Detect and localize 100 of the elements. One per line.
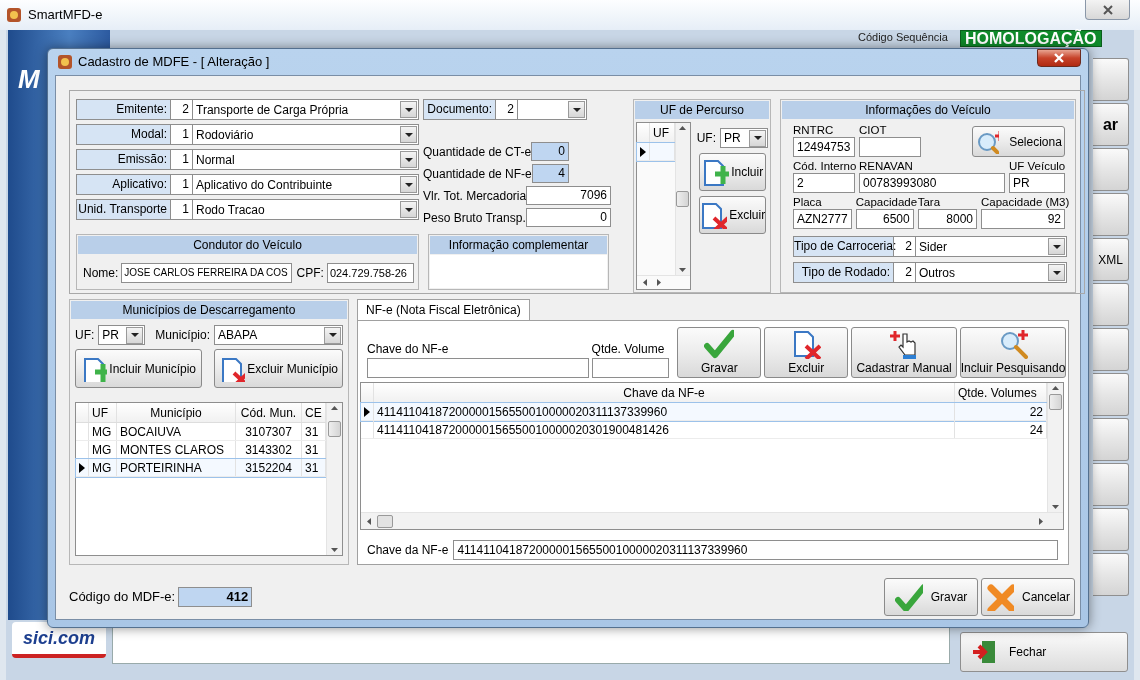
caret-icon [1052, 244, 1061, 249]
close-button[interactable] [1037, 49, 1081, 67]
scroll-left-icon [367, 517, 371, 525]
input-field[interactable] [367, 358, 589, 378]
action-button[interactable]: Gravar [884, 578, 978, 616]
input-field[interactable]: JOSE CARLOS FERREIRA DA COS [121, 263, 292, 283]
input-field[interactable]: 7096 [526, 186, 611, 205]
scroll-up-icon [679, 126, 687, 130]
field-label: UF: [696, 130, 716, 147]
input-field[interactable]: PR [1009, 173, 1065, 193]
scrollbar[interactable] [326, 403, 342, 555]
scroll-thumb[interactable] [328, 421, 341, 437]
side-button[interactable] [1093, 418, 1129, 461]
dropdown[interactable]: Sider [916, 237, 1066, 256]
scrollbar[interactable] [361, 512, 1063, 529]
input-field[interactable]: 00783993080 [859, 173, 1005, 193]
code-field[interactable]: 1 [171, 175, 193, 194]
field-label: Cód. Interno [793, 159, 855, 173]
caret-icon [404, 182, 413, 187]
input-field[interactable] [591, 358, 670, 378]
caret-icon [572, 107, 581, 112]
caret-icon [404, 132, 413, 137]
dropdown[interactable]: ABAPA [214, 325, 343, 345]
side-button[interactable] [1093, 463, 1129, 506]
table-row[interactable]: 41141104187200000156550010000020301900481426 24 [361, 421, 1047, 439]
dropdown[interactable]: Transporte de Carga Própria [193, 100, 418, 119]
action-button[interactable]: Incluir Pesquisando [960, 327, 1066, 378]
side-button[interactable] [1093, 373, 1129, 416]
caret-icon [130, 333, 139, 337]
table-row[interactable] [637, 143, 675, 161]
side-button[interactable]: ar [1093, 103, 1129, 146]
scroll-thumb[interactable] [1049, 394, 1062, 410]
action-button[interactable]: Incluir [698, 153, 766, 191]
action-button[interactable]: Excluir [764, 327, 849, 378]
table-row[interactable]: 41141104187200000156550010000020311137339960 22 [361, 403, 1047, 421]
section-header: Informações do Veículo [782, 101, 1074, 119]
window-title: Cadastro de MDFE - [ Alteração ] [78, 53, 270, 72]
code-field[interactable]: 2 [894, 263, 916, 282]
input-field[interactable]: 41141104187200000156550010000020311137339960 [453, 540, 1058, 560]
scroll-down-icon [1052, 505, 1059, 509]
table-cell: 41141104187200000156550010000020311137339960 [374, 403, 955, 420]
code-field[interactable]: 2 [171, 100, 193, 119]
action-button[interactable]: Excluir [698, 196, 766, 234]
side-button[interactable]: XML [1093, 238, 1129, 281]
field-label: RNTRC [793, 123, 835, 137]
table-row[interactable]: MG BOCAIUVA 3107307 31 [76, 423, 326, 441]
scroll-up-icon [331, 406, 338, 410]
table-cell: 3152204 [236, 459, 302, 476]
dropdown[interactable]: Rodo Tracao [193, 200, 418, 219]
action-button[interactable]: Gravar [677, 327, 762, 378]
side-button[interactable] [1093, 283, 1129, 326]
column-header: Município [117, 403, 236, 422]
dropdown[interactable]: Aplicativo do Contribuinte [193, 175, 418, 194]
input-field[interactable]: 0 [526, 208, 611, 227]
field-label: Aplicativo: [77, 175, 171, 194]
document-plus-icon [701, 158, 730, 186]
scrollbar[interactable] [637, 275, 690, 289]
action-button[interactable]: Cancelar [981, 578, 1075, 616]
code-field[interactable]: 1 [171, 150, 193, 169]
code-field[interactable]: 2 [496, 100, 518, 119]
side-button[interactable] [1093, 193, 1129, 236]
dropdown[interactable]: Rodoviário [193, 125, 418, 144]
close-button[interactable]: Fechar [960, 632, 1128, 672]
input-field[interactable]: 2 [793, 173, 855, 193]
field-label: Código do MDF-e: [69, 588, 176, 607]
code-field[interactable]: 1 [171, 125, 193, 144]
input-field[interactable]: 8000 [917, 209, 977, 229]
field-label: Vlr. Tot. Mercadoria [423, 187, 527, 205]
side-button[interactable] [1093, 58, 1129, 101]
scroll-up-icon [1052, 386, 1059, 390]
input-field[interactable]: 92 [981, 209, 1065, 229]
code-field[interactable]: 1 [171, 200, 193, 219]
side-button[interactable] [1093, 148, 1129, 191]
input-field[interactable]: AZN2777 [793, 209, 852, 229]
dropdown[interactable]: Normal [193, 150, 418, 169]
dropdown[interactable]: PR [720, 128, 768, 148]
action-button[interactable]: Incluir Município [75, 349, 203, 388]
scroll-thumb[interactable] [676, 191, 690, 207]
input-field[interactable] [859, 137, 921, 157]
scrollbar[interactable] [1047, 383, 1063, 512]
scroll-thumb[interactable] [377, 514, 393, 528]
action-button[interactable]: Excluir Município [214, 349, 343, 388]
document-plus-icon [81, 355, 108, 382]
close-button[interactable] [1085, 0, 1130, 20]
input-field[interactable]: 12494753 [793, 137, 855, 157]
tab[interactable]: NF-e (Nota Fiscal Eletrônica) [357, 299, 530, 320]
side-button[interactable] [1093, 553, 1129, 596]
dropdown[interactable]: Outros [916, 263, 1066, 282]
field-label: Quantidade de NF-e [423, 165, 532, 183]
side-button[interactable] [1093, 328, 1129, 371]
action-button[interactable]: Cadastrar Manual [851, 327, 957, 378]
scrollbar[interactable] [674, 123, 690, 275]
side-button[interactable] [1093, 508, 1129, 551]
field-label: Tara [917, 195, 942, 209]
input-field[interactable]: 024.729.758-26 [326, 263, 414, 283]
close-icon [1054, 53, 1064, 63]
table-row[interactable]: MG PORTEIRINHA 3152204 31 [76, 459, 326, 477]
select-button[interactable]: Seleciona [972, 126, 1065, 157]
dropdown[interactable]: PR [98, 325, 146, 345]
input-field[interactable]: 6500 [855, 209, 914, 229]
